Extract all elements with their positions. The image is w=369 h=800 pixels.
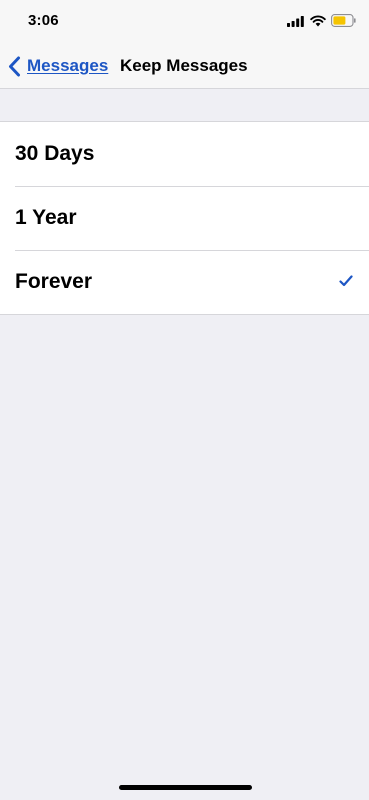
option-30-days[interactable]: 30 Days (0, 122, 369, 186)
battery-icon (331, 14, 356, 27)
signal-icon (287, 16, 304, 27)
option-label: 30 Days (15, 142, 95, 165)
wifi-icon (310, 15, 326, 27)
option-forever[interactable]: Forever (0, 250, 369, 314)
option-label: Forever (15, 270, 93, 293)
status-bar: 3:06 (0, 0, 369, 44)
checkmark-icon (339, 275, 353, 287)
option-1-year[interactable]: 1 Year (0, 186, 369, 250)
page-title: Keep Messages (120, 56, 248, 75)
options-list: 30 Days 1 Year Forever (0, 121, 369, 315)
status-time: 3:06 (28, 12, 59, 29)
option-label: 1 Year (15, 206, 77, 229)
home-indicator[interactable] (119, 785, 252, 790)
back-label: Messages (27, 56, 109, 75)
chevron-left-icon (9, 56, 20, 76)
back-button[interactable]: Messages (8, 53, 108, 79)
navigation-bar: Messages Keep Messages (0, 44, 369, 89)
